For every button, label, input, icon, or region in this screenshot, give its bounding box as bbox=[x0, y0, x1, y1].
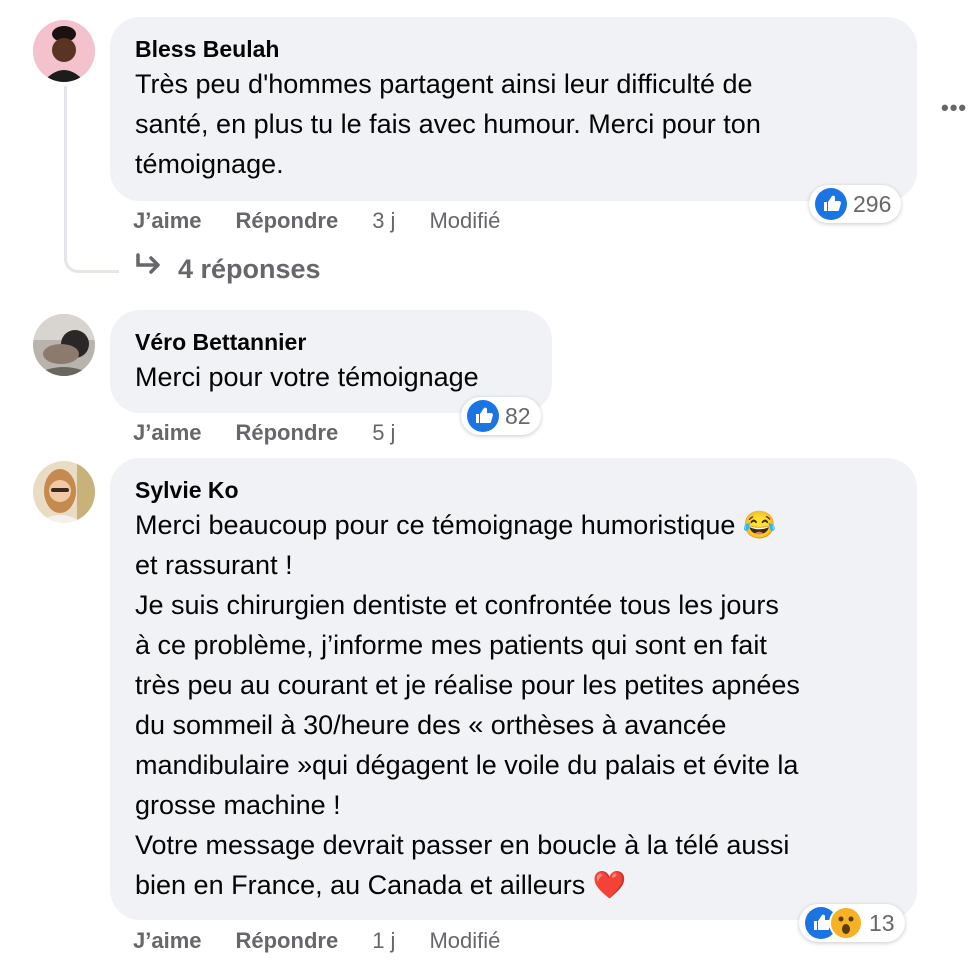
comment-actions: J’aime Répondre 1 j Modifié bbox=[133, 928, 534, 954]
comment-bubble: Sylvie Ko Merci beaucoup pour ce témoign… bbox=[110, 458, 917, 920]
reaction-summary[interactable]: 296 bbox=[809, 185, 902, 223]
view-replies-button[interactable]: 4 réponses bbox=[134, 253, 321, 286]
edited-label: Modifié bbox=[429, 208, 501, 233]
thread-connector-corner bbox=[64, 230, 119, 273]
like-button[interactable]: J’aime bbox=[133, 928, 202, 954]
comment-text: Merci beaucoup pour ce témoignage humori… bbox=[135, 510, 800, 900]
comment-timestamp[interactable]: 5 j bbox=[372, 420, 395, 446]
comment-author[interactable]: Bless Beulah bbox=[135, 34, 892, 64]
comment-actions: J’aime Répondre 3 j Modifié bbox=[133, 208, 534, 234]
comment-timestamp[interactable]: 3 j bbox=[372, 208, 395, 234]
comment-author[interactable]: Sylvie Ko bbox=[135, 475, 892, 505]
reply-button[interactable]: Répondre bbox=[236, 928, 339, 954]
reaction-count: 82 bbox=[505, 402, 531, 429]
more-options-icon[interactable]: ••• bbox=[941, 95, 967, 121]
like-button[interactable]: J’aime bbox=[133, 420, 202, 446]
reaction-summary[interactable]: 82 bbox=[461, 397, 541, 435]
comment-bubble: Bless Beulah Très peu d'hommes partagent… bbox=[110, 17, 917, 201]
like-icon bbox=[467, 400, 499, 432]
comment-timestamp[interactable]: 1 j bbox=[372, 928, 395, 954]
comment-text: Merci pour votre témoignage bbox=[135, 362, 479, 392]
reply-arrow-icon bbox=[134, 253, 164, 286]
wow-icon bbox=[829, 906, 863, 940]
comment-text: Très peu d'hommes partagent ainsi leur d… bbox=[135, 69, 761, 179]
previous-comment-actions-cutoff bbox=[0, 0, 976, 6]
comment-actions: J’aime Répondre 5 j bbox=[133, 420, 429, 446]
reaction-count: 13 bbox=[869, 909, 895, 936]
comment-author[interactable]: Véro Bettannier bbox=[135, 327, 527, 357]
like-icon bbox=[815, 188, 847, 220]
reaction-summary[interactable]: 13 bbox=[799, 904, 905, 942]
edited-label: Modifié bbox=[429, 928, 501, 953]
avatar[interactable] bbox=[33, 314, 95, 376]
reply-button[interactable]: Répondre bbox=[236, 420, 339, 446]
avatar[interactable] bbox=[33, 20, 95, 82]
avatar[interactable] bbox=[33, 461, 95, 523]
thread-connector-line bbox=[64, 86, 67, 246]
reaction-count: 296 bbox=[853, 190, 892, 217]
like-button[interactable]: J’aime bbox=[133, 208, 202, 234]
reply-button[interactable]: Répondre bbox=[236, 208, 339, 234]
replies-count-label: 4 réponses bbox=[178, 254, 321, 284]
